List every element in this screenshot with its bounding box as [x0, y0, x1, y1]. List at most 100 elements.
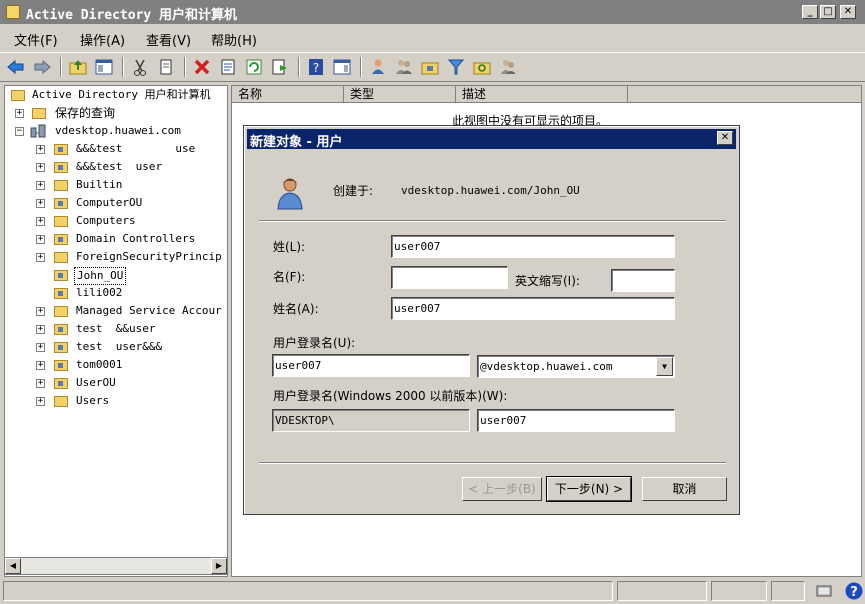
- menu-view[interactable]: 查看(V): [146, 30, 191, 49]
- ou-folder-icon: [54, 198, 68, 209]
- maximize-button[interactable]: □: [820, 5, 836, 19]
- menu-file[interactable]: 文件(F): [14, 30, 58, 49]
- cut-icon[interactable]: [130, 57, 150, 77]
- tree-item[interactable]: + Managed Service Accour: [5, 302, 227, 320]
- ou-folder-icon: [54, 342, 68, 353]
- legacy-username-field[interactable]: user007: [477, 409, 675, 432]
- tree-item[interactable]: + test &&user: [5, 320, 227, 338]
- expand-icon[interactable]: +: [36, 217, 45, 226]
- tree-horizontal-scrollbar[interactable]: ◀ ▶: [4, 557, 228, 575]
- domain-children: + &&&test use + &&&test user + Builtin +…: [5, 140, 227, 470]
- help-circle-icon[interactable]: ?: [844, 581, 864, 601]
- forward-arrow-icon[interactable]: [32, 57, 52, 77]
- dialog-close-button[interactable]: ✕: [717, 131, 733, 145]
- tree-item[interactable]: + test user&&&: [5, 338, 227, 356]
- show-action-pane-icon[interactable]: [332, 57, 352, 77]
- tree-item[interactable]: + &&&test use: [5, 140, 227, 158]
- back-button[interactable]: < 上一步(B): [462, 477, 542, 501]
- column-header-type[interactable]: 类型: [344, 86, 456, 103]
- column-header-description[interactable]: 描述: [456, 86, 628, 103]
- first-name-field[interactable]: [391, 266, 508, 289]
- tree-item[interactable]: + &&&test user: [5, 158, 227, 176]
- new-user-dialog: 新建对象 - 用户 ✕ 创建于: vdesktop.huawei.com/Joh…: [243, 125, 740, 515]
- network-icon: [816, 585, 832, 597]
- tree-item[interactable]: + Users: [5, 392, 227, 410]
- tree-item-domain[interactable]: − vdesktop.huawei.com: [5, 122, 227, 140]
- new-user-icon[interactable]: [368, 57, 388, 77]
- next-button[interactable]: 下一步(N) >: [546, 476, 632, 502]
- column-header-name[interactable]: 名称: [232, 86, 344, 103]
- tree-item[interactable]: + Computers: [5, 212, 227, 230]
- folder-icon: [54, 216, 68, 227]
- tree-item[interactable]: + Domain Controllers: [5, 230, 227, 248]
- new-ou-icon[interactable]: [420, 57, 440, 77]
- expand-icon[interactable]: +: [36, 325, 45, 334]
- back-arrow-icon[interactable]: [6, 57, 26, 77]
- expand-icon[interactable]: +: [36, 145, 45, 154]
- last-name-label: 姓(L):: [273, 240, 306, 254]
- tree-item[interactable]: lili002: [5, 284, 227, 302]
- svg-text:?: ?: [313, 61, 319, 75]
- full-name-field[interactable]: user007: [391, 297, 675, 320]
- find-icon[interactable]: [472, 57, 492, 77]
- window-title: Active Directory 用户和计算机: [26, 8, 238, 23]
- expand-icon[interactable]: +: [36, 379, 45, 388]
- divider: [259, 462, 726, 464]
- tree-item[interactable]: + ComputerOU: [5, 194, 227, 212]
- expand-icon[interactable]: +: [36, 343, 45, 352]
- export-list-icon[interactable]: [270, 57, 290, 77]
- status-panel: [3, 581, 613, 601]
- new-group-icon[interactable]: [394, 57, 414, 77]
- minimize-button[interactable]: _: [802, 5, 818, 19]
- dropdown-arrow-icon[interactable]: ▼: [656, 357, 673, 376]
- expand-icon[interactable]: +: [36, 361, 45, 370]
- expand-icon[interactable]: +: [36, 235, 45, 244]
- status-panel: [711, 581, 767, 601]
- first-name-label: 名(F):: [273, 270, 306, 284]
- tree-item[interactable]: + Builtin: [5, 176, 227, 194]
- logon-name-field[interactable]: user007: [272, 354, 470, 377]
- properties-icon[interactable]: [218, 57, 238, 77]
- initials-label: 英文缩写(I):: [515, 274, 580, 288]
- expand-icon[interactable]: +: [36, 397, 45, 406]
- expand-icon[interactable]: +: [36, 181, 45, 190]
- up-folder-icon[interactable]: [68, 57, 88, 77]
- console-tree[interactable]: Active Directory 用户和计算机 + 保存的查询 − vdeskt…: [4, 85, 228, 577]
- show-console-tree-icon[interactable]: [94, 57, 114, 77]
- expand-icon[interactable]: +: [36, 199, 45, 208]
- domain-icon: [30, 124, 46, 138]
- menu-help[interactable]: 帮助(H): [211, 30, 257, 49]
- upn-suffix-select[interactable]: @vdesktop.huawei.com ▼: [477, 355, 675, 378]
- copy-icon[interactable]: [156, 57, 176, 77]
- tree-item[interactable]: + UserOU: [5, 374, 227, 392]
- folder-icon: [54, 396, 68, 407]
- expand-icon[interactable]: +: [36, 307, 45, 316]
- filter-icon[interactable]: [446, 57, 466, 77]
- cancel-button[interactable]: 取消: [642, 477, 727, 501]
- folder-icon: [54, 252, 68, 263]
- refresh-icon[interactable]: [244, 57, 264, 77]
- tree-item-saved-queries[interactable]: + 保存的查询: [5, 104, 227, 122]
- tree-item[interactable]: + tom0001: [5, 356, 227, 374]
- collapse-icon[interactable]: −: [15, 127, 24, 136]
- expand-icon[interactable]: +: [15, 109, 24, 118]
- add-to-group-icon[interactable]: [498, 57, 518, 77]
- delete-icon[interactable]: [192, 57, 212, 77]
- ou-folder-icon: [54, 378, 68, 389]
- menu-action[interactable]: 操作(A): [80, 30, 125, 49]
- tree-item[interactable]: + ForeignSecurityPrincip: [5, 248, 227, 266]
- ou-folder-icon: [54, 162, 68, 173]
- toolbar-separator: [60, 57, 62, 77]
- status-bar: ?: [0, 579, 865, 604]
- close-button[interactable]: ✕: [840, 5, 856, 19]
- expand-icon[interactable]: +: [36, 253, 45, 262]
- scroll-right-icon[interactable]: ▶: [211, 558, 227, 574]
- help-icon[interactable]: ?: [306, 57, 326, 77]
- created-in-label: 创建于:: [333, 184, 374, 198]
- initials-field[interactable]: [611, 269, 675, 292]
- last-name-field[interactable]: user007: [391, 235, 675, 258]
- scroll-left-icon[interactable]: ◀: [5, 558, 21, 574]
- legacy-domain-field: VDESKTOP\: [272, 409, 470, 432]
- expand-icon[interactable]: +: [36, 163, 45, 172]
- tree-item-selected[interactable]: John_OU: [5, 266, 227, 285]
